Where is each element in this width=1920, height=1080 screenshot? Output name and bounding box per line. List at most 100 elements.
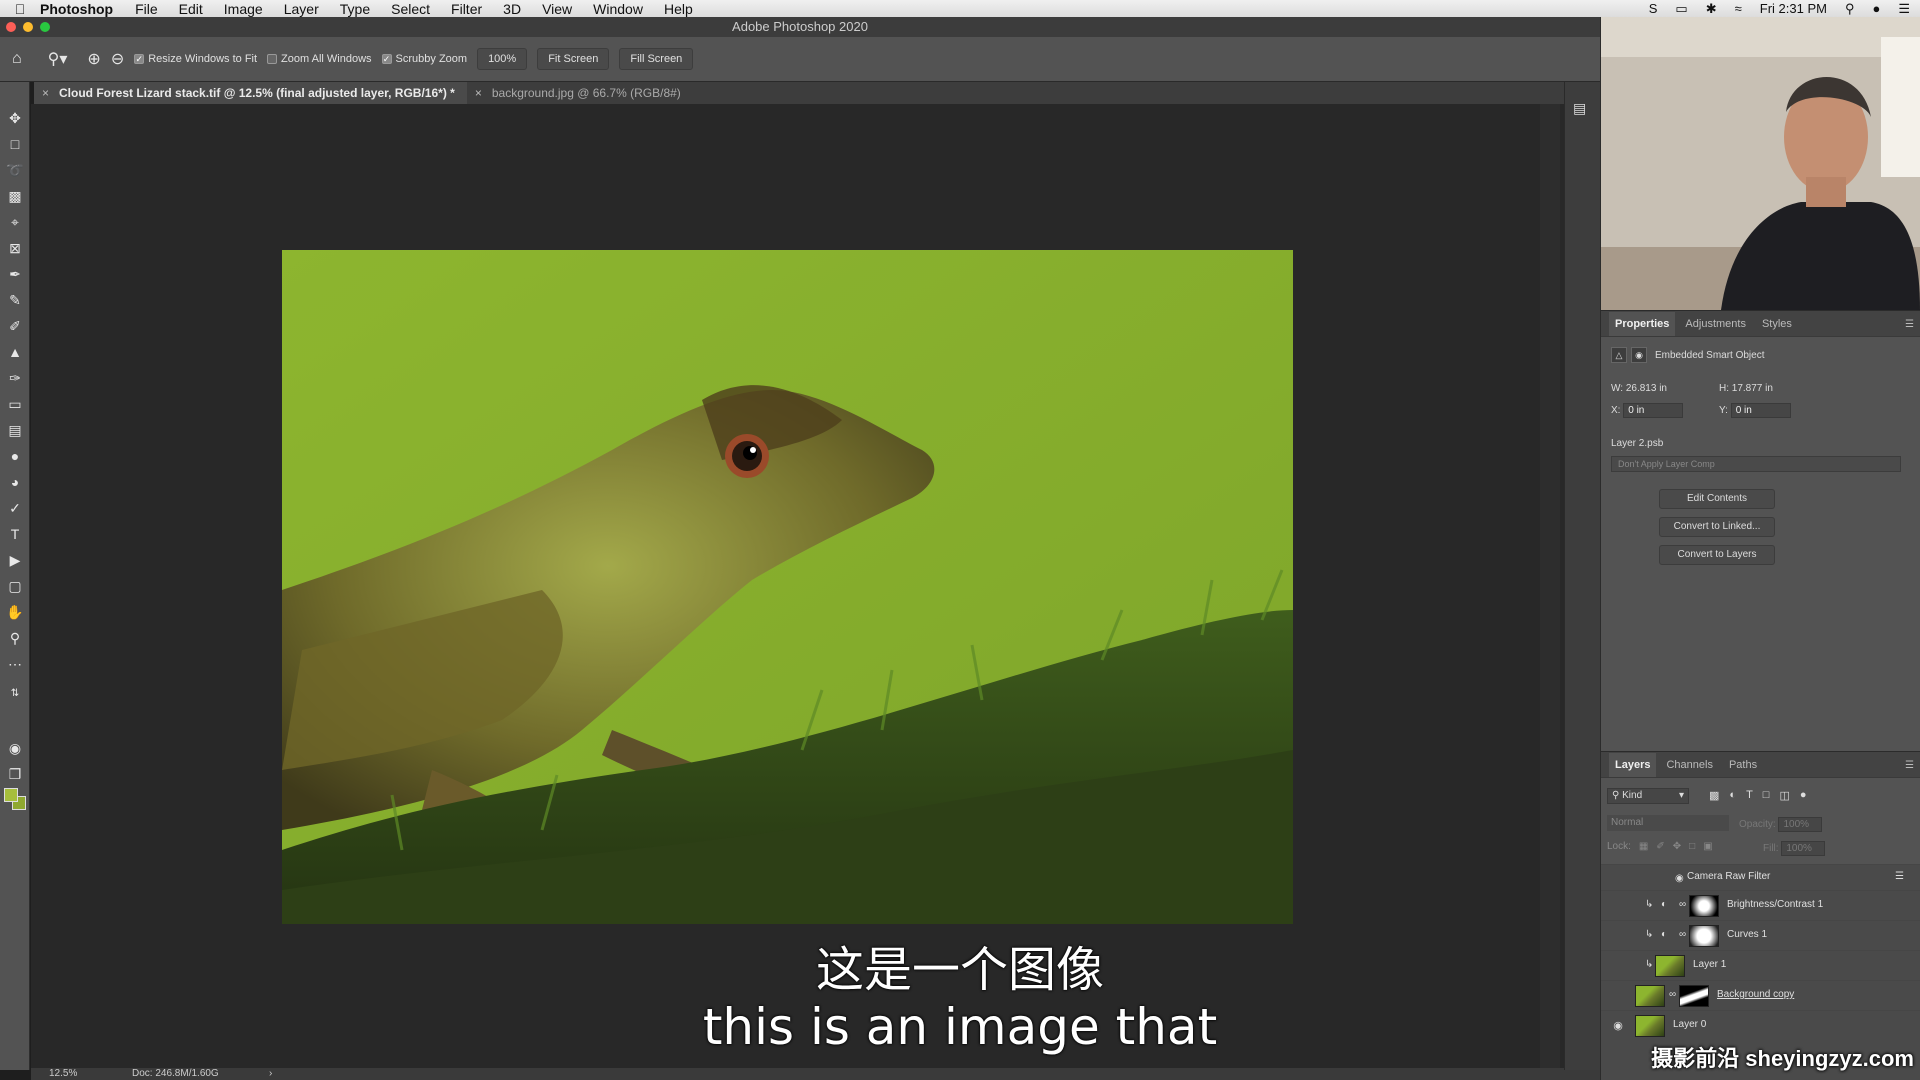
crop-tool-icon[interactable]: ⌖	[4, 212, 26, 232]
tab-layers[interactable]: Layers	[1609, 752, 1657, 777]
healing-brush-tool-icon[interactable]: ✎	[4, 290, 26, 310]
edit-toolbar-icon[interactable]: ⋯	[4, 654, 26, 674]
fit-screen-button[interactable]: Fit Screen	[537, 48, 610, 70]
filter-options-icon[interactable]: ☰	[1895, 871, 1904, 882]
panel-menu-icon[interactable]: ☰	[1905, 319, 1914, 330]
pen-tool-icon[interactable]: ✓	[4, 498, 26, 518]
mask-icon[interactable]: ◉	[1631, 347, 1647, 363]
layer-row-camera-raw[interactable]: ◉ Camera Raw Filter ☰	[1601, 864, 1920, 890]
resize-windows-checkbox[interactable]: ✓ Resize Windows to Fit	[134, 53, 257, 65]
zoom-tool-preset-icon[interactable]: ⚲▾	[48, 49, 68, 69]
document-image[interactable]	[282, 250, 1293, 924]
lock-paint-icon[interactable]: ✐	[1656, 841, 1664, 852]
link-icon[interactable]: ∞	[1679, 929, 1686, 940]
type-tool-icon[interactable]: T	[4, 524, 26, 544]
rectangle-tool-icon[interactable]: ▢	[4, 576, 26, 596]
fill-screen-button[interactable]: Fill Screen	[619, 48, 694, 70]
tab-channels[interactable]: Channels	[1660, 753, 1718, 777]
shape-filter-icon[interactable]: □	[1763, 789, 1770, 802]
layer-row-curves[interactable]: ↳ ◐ ∞ Curves 1	[1601, 920, 1920, 950]
tab-paths[interactable]: Paths	[1723, 753, 1763, 777]
brush-tool-icon[interactable]: ✐	[4, 316, 26, 336]
layer-mask-thumbnail[interactable]	[1679, 985, 1709, 1007]
opacity-field[interactable]: 100%	[1778, 817, 1823, 832]
skype-icon[interactable]: S	[1649, 1, 1658, 16]
airplay-icon[interactable]: ▭	[1675, 1, 1687, 17]
hand-tool-icon[interactable]: ✋	[4, 602, 26, 622]
foreground-color-swatch[interactable]	[4, 788, 18, 802]
tab-adjustments[interactable]: Adjustments	[1679, 312, 1752, 336]
menu-select[interactable]: Select	[391, 1, 430, 17]
scrubby-zoom-checkbox[interactable]: ✓ Scrubby Zoom	[381, 53, 467, 65]
zoom-window-icon[interactable]	[40, 22, 50, 32]
lock-artboard-icon[interactable]: □	[1689, 841, 1695, 852]
menu-image[interactable]: Image	[224, 1, 263, 17]
visibility-off-icon[interactable]	[1611, 989, 1625, 1003]
zoom-out-icon[interactable]: ⊖	[111, 49, 124, 69]
swap-colors-icon[interactable]: ⇅	[4, 684, 26, 704]
object-select-tool-icon[interactable]: ▩	[4, 186, 26, 206]
wifi-icon[interactable]: ≈	[1735, 1, 1742, 16]
canvas-scrollbar[interactable]	[1540, 104, 1560, 1070]
spotlight-icon[interactable]: ⚲	[1845, 1, 1855, 17]
layer-thumbnail[interactable]	[1635, 1015, 1665, 1037]
quick-mask-icon[interactable]: ◉	[4, 738, 26, 758]
siri-icon[interactable]: ●	[1872, 1, 1880, 16]
layer-row-background-copy[interactable]: ∞ Background copy	[1601, 980, 1920, 1010]
link-icon[interactable]: ∞	[1669, 989, 1676, 1000]
adjustment-filter-icon[interactable]: ◐	[1729, 789, 1736, 802]
layer-row-brightness-contrast[interactable]: ↳ ◐ ∞ Brightness/Contrast 1	[1601, 890, 1920, 920]
panel-menu-icon[interactable]: ☰	[1905, 760, 1914, 771]
minimize-window-icon[interactable]	[23, 22, 33, 32]
menu-3d[interactable]: 3D	[503, 1, 521, 17]
bluetooth-icon[interactable]: ✱	[1706, 1, 1717, 17]
pixel-filter-icon[interactable]: ▩	[1709, 789, 1719, 802]
fill-field[interactable]: 100%	[1781, 841, 1826, 856]
menu-view[interactable]: View	[542, 1, 572, 17]
path-selection-tool-icon[interactable]: ▶	[4, 550, 26, 570]
frame-tool-icon[interactable]: ⊠	[4, 238, 26, 258]
smart-object-filter-icon[interactable]: ◫	[1779, 789, 1789, 802]
lock-all-icon[interactable]: ▣	[1703, 841, 1712, 852]
zoom-all-windows-checkbox[interactable]: Zoom All Windows	[267, 53, 372, 65]
menu-app-name[interactable]: Photoshop	[40, 1, 113, 17]
layer-row-layer-0[interactable]: ◉ Layer 0	[1601, 1010, 1920, 1040]
y-field[interactable]: 0 in	[1730, 403, 1791, 418]
zoom-tool-icon[interactable]: ⚲	[4, 628, 26, 648]
blend-mode-select[interactable]: Normal	[1607, 815, 1729, 831]
close-tab-icon[interactable]: ×	[475, 86, 482, 100]
status-doc-size[interactable]: Doc: 246.8M/1.60G	[132, 1068, 219, 1080]
status-arrow-icon[interactable]: ›	[269, 1068, 272, 1080]
lock-transparent-icon[interactable]: ▦	[1639, 841, 1648, 852]
menu-clock[interactable]: Fri 2:31 PM	[1760, 1, 1827, 16]
lock-position-icon[interactable]: ✥	[1673, 841, 1681, 852]
zoom-100-button[interactable]: 100%	[477, 48, 528, 70]
visibility-off-icon[interactable]	[1611, 899, 1625, 913]
dodge-tool-icon[interactable]: ◕	[4, 472, 26, 492]
eyedropper-tool-icon[interactable]: ✒	[4, 264, 26, 284]
layer-thumbnail[interactable]	[1635, 985, 1665, 1007]
eye-icon[interactable]: ◉	[1611, 1019, 1625, 1033]
menu-type[interactable]: Type	[340, 1, 370, 17]
menu-window[interactable]: Window	[593, 1, 643, 17]
close-window-icon[interactable]	[6, 22, 16, 32]
layer-mask-thumbnail[interactable]	[1689, 925, 1719, 947]
visibility-off-icon[interactable]	[1611, 929, 1625, 943]
layer-mask-thumbnail[interactable]	[1689, 895, 1719, 917]
menu-help[interactable]: Help	[664, 1, 693, 17]
marquee-tool-icon[interactable]: □	[4, 134, 26, 154]
apple-icon[interactable]: 	[0, 1, 40, 17]
notification-center-icon[interactable]: ☰	[1898, 1, 1910, 17]
history-panel-icon[interactable]: ▤	[1573, 100, 1586, 117]
edit-contents-button[interactable]: Edit Contents	[1659, 489, 1775, 509]
tab-cloud-forest-lizard[interactable]: × Cloud Forest Lizard stack.tif @ 12.5% …	[34, 82, 467, 104]
status-zoom[interactable]: 12.5%	[49, 1068, 77, 1080]
close-tab-icon[interactable]: ×	[42, 86, 49, 100]
lasso-tool-icon[interactable]: ➰	[4, 160, 26, 180]
menu-filter[interactable]: Filter	[451, 1, 482, 17]
filter-toggle-icon[interactable]: ●	[1800, 789, 1807, 802]
visibility-off-icon[interactable]	[1611, 959, 1625, 973]
menu-layer[interactable]: Layer	[284, 1, 319, 17]
move-tool-icon[interactable]: ✥	[4, 108, 26, 128]
history-brush-tool-icon[interactable]: ✑	[4, 368, 26, 388]
